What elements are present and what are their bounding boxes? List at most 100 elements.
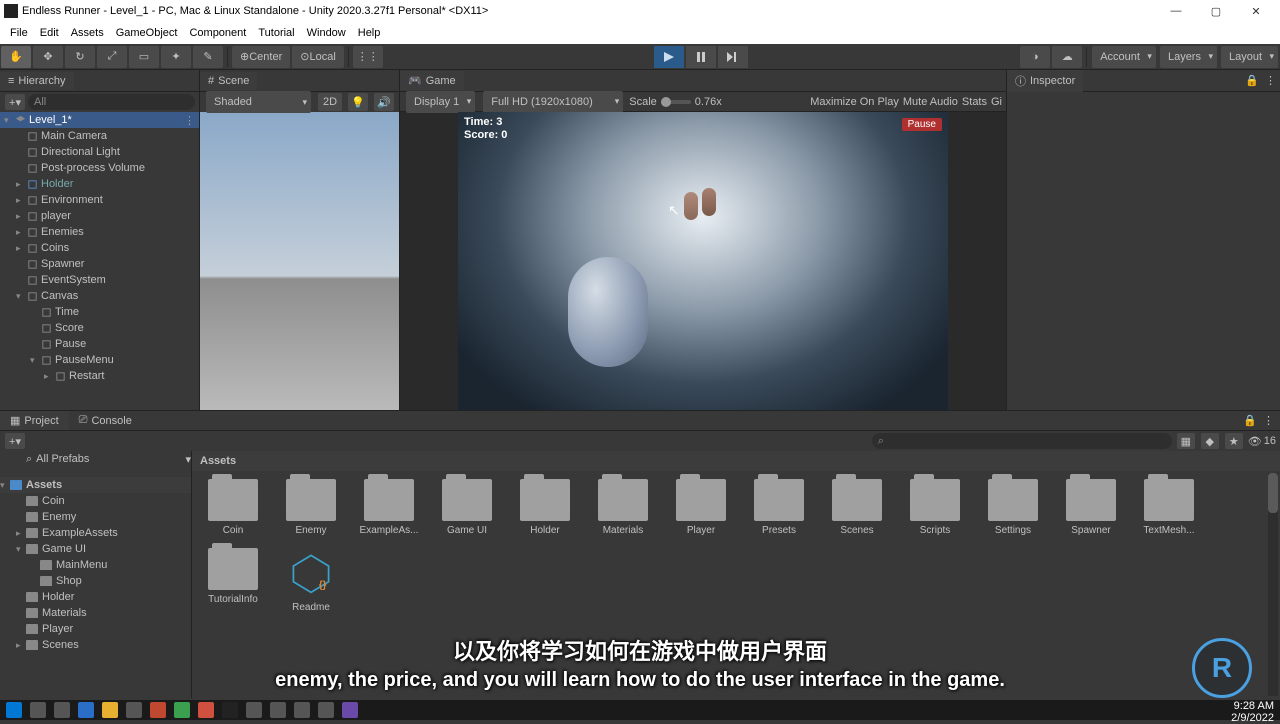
hand-tool[interactable]: ✋ [1,46,31,68]
minimize-button[interactable]: — [1156,0,1196,22]
menu-gameobject[interactable]: GameObject [110,27,184,39]
hierarchy-item[interactable]: ▸Coins [0,240,199,256]
scene-viewport[interactable] [200,112,399,410]
scrollbar[interactable] [1268,473,1278,696]
project-folder-assets[interactable]: ▾Assets [0,477,191,493]
hierarchy-item[interactable]: Directional Light [0,144,199,160]
asset-folder[interactable]: Spawner [1058,479,1124,536]
asset-readme[interactable]: {}Readme [278,548,344,613]
system-tray[interactable]: 9:28 AM 2/9/2022 [1231,700,1274,720]
asset-folder[interactable]: TextMesh... [1136,479,1202,536]
visualstudio-icon[interactable] [342,702,358,718]
hierarchy-item[interactable]: ▾PauseMenu [0,352,199,368]
hierarchy-item[interactable]: ▸Enemies [0,224,199,240]
hierarchy-item[interactable]: Score [0,320,199,336]
asset-folder[interactable]: Game UI [434,479,500,536]
close-button[interactable]: ✕ [1236,0,1276,22]
breadcrumb[interactable]: Assets [192,451,1280,471]
panel-menu-icon[interactable]: ⋮ [1263,414,1274,427]
stats-toggle[interactable]: Stats [962,96,987,108]
transform-tool[interactable]: ✦ [161,46,191,68]
maximize-toggle[interactable]: Maximize On Play [810,96,899,108]
menu-tutorial[interactable]: Tutorial [252,27,300,39]
hierarchy-item[interactable]: Spawner [0,256,199,272]
maximize-button[interactable]: ▢ [1196,0,1236,22]
asset-folder[interactable]: Coin [200,479,266,536]
taskview-icon[interactable] [54,702,70,718]
project-favorite[interactable]: ⌕All Prefabs▾ [0,451,191,467]
project-folder[interactable]: Enemy [0,509,191,525]
snap-toggle[interactable]: ⋮⋮ [353,46,383,68]
hierarchy-item[interactable]: EventSystem [0,272,199,288]
app-icon[interactable] [246,702,262,718]
explorer-icon[interactable] [102,702,118,718]
app-icon[interactable] [318,702,334,718]
asset-folder[interactable]: Materials [590,479,656,536]
project-folder[interactable]: Holder [0,589,191,605]
game-viewport[interactable]: Time: 3 Score: 0 Pause ↖ [458,112,948,410]
lock-icon[interactable]: 🔒 [1243,414,1257,427]
display-dropdown[interactable]: Display 1 [406,91,475,113]
menu-component[interactable]: Component [183,27,252,39]
project-folder[interactable]: ▸Scenes [0,637,191,653]
search-icon[interactable] [30,702,46,718]
layers-dropdown[interactable]: Layers [1160,46,1217,68]
asset-folder[interactable]: Enemy [278,479,344,536]
play-button[interactable] [654,46,684,68]
project-folder[interactable]: Coin [0,493,191,509]
scale-slider[interactable] [661,100,691,104]
project-folder[interactable]: Player [0,621,191,637]
hierarchy-item[interactable]: Time [0,304,199,320]
project-create-dropdown[interactable]: +▾ [5,433,25,449]
scene-root[interactable]: ▾Level_1*⋮ [0,112,199,128]
project-folder[interactable]: ▸ExampleAssets [0,525,191,541]
app-icon[interactable] [198,702,214,718]
shading-dropdown[interactable]: Shaded [206,91,311,113]
chrome-icon[interactable] [174,702,190,718]
step-button[interactable] [718,46,748,68]
scene-menu-icon[interactable]: ⋮ [184,114,195,127]
asset-folder[interactable]: Scenes [824,479,890,536]
asset-folder[interactable]: Holder [512,479,578,536]
tab-project[interactable]: ▦Project [0,411,69,430]
pivot-toggle[interactable]: ⊕ Center [232,46,290,68]
hierarchy-item[interactable]: ▸Environment [0,192,199,208]
asset-folder[interactable]: Settings [980,479,1046,536]
favorite-icon[interactable]: ★ [1225,433,1243,449]
resolution-dropdown[interactable]: Full HD (1920x1080) [483,91,623,113]
panel-menu-icon[interactable]: ⋮ [1265,74,1276,87]
tab-game[interactable]: 🎮Game [400,71,464,90]
app-icon[interactable] [270,702,286,718]
asset-folder[interactable]: Player [668,479,734,536]
rotate-tool[interactable]: ↻ [65,46,95,68]
cloud-icon[interactable]: ☁ [1052,46,1082,68]
hierarchy-search[interactable]: All [28,94,195,110]
project-search[interactable]: ⌕ [872,433,1172,449]
menu-edit[interactable]: Edit [34,27,65,39]
tab-inspector[interactable]: ⓘInspector [1007,70,1083,92]
filter-type-icon[interactable]: ▦ [1177,433,1195,449]
hierarchy-item[interactable]: Pause [0,336,199,352]
mute-toggle[interactable]: Mute Audio [903,96,958,108]
asset-folder[interactable]: ExampleAs... [356,479,422,536]
project-folder[interactable]: Shop [0,573,191,589]
collab-icon[interactable]: ◑ [1020,46,1050,68]
asset-folder[interactable]: Scripts [902,479,968,536]
project-folder[interactable]: ▾Game UI [0,541,191,557]
tab-console[interactable]: ⎚Console [69,411,142,430]
tab-scene[interactable]: #Scene [200,72,257,90]
menu-help[interactable]: Help [352,27,387,39]
create-dropdown[interactable]: +▾ [5,94,25,110]
start-button[interactable] [6,702,22,718]
hierarchy-item[interactable]: Main Camera [0,128,199,144]
asset-folder[interactable]: TutorialInfo [200,548,266,613]
unity-taskbar-icon[interactable] [222,702,238,718]
layout-dropdown[interactable]: Layout [1221,46,1278,68]
rect-tool[interactable]: ▭ [129,46,159,68]
lock-icon[interactable]: 🔒 [1245,74,1259,87]
app-icon[interactable] [294,702,310,718]
hierarchy-item[interactable]: ▾Canvas [0,288,199,304]
app-icon[interactable] [126,702,142,718]
tab-hierarchy[interactable]: ≡Hierarchy [0,72,74,90]
game-pause-button[interactable]: Pause [902,118,942,131]
